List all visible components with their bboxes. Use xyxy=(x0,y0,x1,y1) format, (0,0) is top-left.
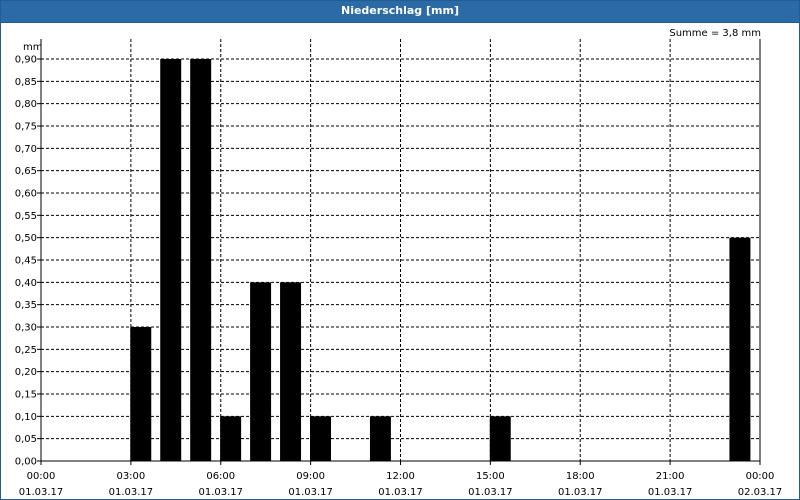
y-tick-label: 0,80 xyxy=(15,99,37,110)
x-tick-date-label: 01.03.17 xyxy=(558,487,603,498)
chart-bar xyxy=(190,59,212,461)
y-tick-label: 0,05 xyxy=(15,434,37,445)
x-tick-date-label: 01.03.17 xyxy=(468,487,513,498)
y-tick-label: 0,75 xyxy=(15,122,37,133)
y-tick-label: 0,40 xyxy=(15,278,37,289)
chart-bar xyxy=(130,327,152,461)
y-tick-label: 0,20 xyxy=(15,367,37,378)
x-tick-date-label: 01.03.17 xyxy=(378,487,423,498)
y-tick-label: 0,30 xyxy=(15,323,37,334)
x-tick-time-label: 00:00 xyxy=(27,471,56,482)
chart-bar xyxy=(280,282,302,461)
y-tick-label: 0,10 xyxy=(15,412,37,423)
x-tick-date-label: 01.03.17 xyxy=(288,487,333,498)
y-tick-label: 0,70 xyxy=(15,144,37,155)
x-tick-time-label: 06:00 xyxy=(206,471,235,482)
x-tick-time-label: 00:00 xyxy=(746,471,775,482)
chart-bar xyxy=(310,416,331,461)
precipitation-chart: 0,00 0,05 0,10 0,15 0,20 0,25 0,30 0,35 0,40 0,45… xyxy=(15,39,783,498)
x-tick-date-label: 01.03.17 xyxy=(648,487,693,498)
y-tick-label: 0,45 xyxy=(15,256,37,267)
x-tick-time-label: 09:00 xyxy=(296,471,325,482)
y-tick-label: 0,85 xyxy=(15,77,37,88)
x-tick-time-label: 03:00 xyxy=(116,471,145,482)
x-tick-time-label: 15:00 xyxy=(476,471,505,482)
y-tick-label: 0,60 xyxy=(15,189,37,200)
chart-bar xyxy=(250,282,272,461)
y-tick-label: 0,35 xyxy=(15,300,37,311)
x-tick-date-label: 01.03.17 xyxy=(19,487,64,498)
y-tick-label: 0,00 xyxy=(15,457,37,468)
chart-bar xyxy=(729,237,751,461)
x-tick-time-label: 12:00 xyxy=(386,471,415,482)
y-tick-label: 0,25 xyxy=(15,345,37,356)
x-tick-date-label: 01.03.17 xyxy=(109,487,154,498)
chart-bar xyxy=(220,416,242,461)
chart-bar xyxy=(369,416,391,461)
chart-bar xyxy=(489,416,511,461)
x-tick-time-label: 21:00 xyxy=(656,471,685,482)
x-tick-time-label: 18:00 xyxy=(566,471,595,482)
y-tick-label: 0,90 xyxy=(15,55,37,66)
y-tick-label: 0,65 xyxy=(15,166,37,177)
x-tick-date-label: 01.03.17 xyxy=(198,487,243,498)
y-tick-label: 0,55 xyxy=(15,211,37,222)
chart-bar xyxy=(160,59,182,461)
y-tick-label: 0,15 xyxy=(15,390,37,401)
y-tick-label: 0,50 xyxy=(15,233,37,244)
x-tick-date-label: 02.03.17 xyxy=(738,487,783,498)
